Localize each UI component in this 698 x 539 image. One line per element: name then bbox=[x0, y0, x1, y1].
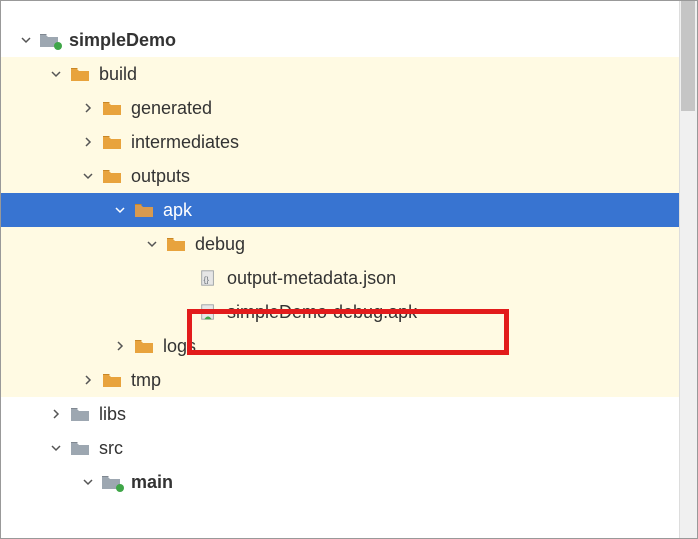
folder-icon bbox=[69, 63, 91, 85]
tree-row[interactable] bbox=[1, 5, 697, 23]
tree-row-main[interactable]: main bbox=[1, 465, 697, 499]
tree-label: intermediates bbox=[131, 132, 239, 153]
chevron-down-icon[interactable] bbox=[79, 167, 97, 185]
tree-row-apk-selected[interactable]: apk bbox=[1, 193, 697, 227]
folder-icon bbox=[101, 369, 123, 391]
tree-label: output-metadata.json bbox=[227, 268, 396, 289]
tree-row-outputs[interactable]: outputs bbox=[1, 159, 697, 193]
folder-icon bbox=[133, 335, 155, 357]
project-tree: simpleDemo build generated intermediates bbox=[1, 1, 697, 503]
tree-row-apk-file[interactable]: simpleDemo-debug.apk bbox=[1, 295, 697, 329]
tree-label: logs bbox=[163, 336, 196, 357]
folder-icon bbox=[101, 165, 123, 187]
tree-label: apk bbox=[163, 200, 192, 221]
tree-row-intermediates[interactable]: intermediates bbox=[1, 125, 697, 159]
tree-label: simpleDemo bbox=[69, 30, 176, 51]
chevron-down-icon[interactable] bbox=[47, 65, 65, 83]
chevron-down-icon[interactable] bbox=[17, 31, 35, 49]
chevron-right-icon[interactable] bbox=[79, 371, 97, 389]
svg-text:{}: {} bbox=[204, 276, 210, 285]
folder-icon bbox=[69, 437, 91, 459]
module-folder-icon bbox=[101, 471, 123, 493]
tree-row-libs[interactable]: libs bbox=[1, 397, 697, 431]
chevron-right-icon[interactable] bbox=[47, 405, 65, 423]
tree-row-logs[interactable]: logs bbox=[1, 329, 697, 363]
chevron-down-icon[interactable] bbox=[79, 473, 97, 491]
tree-row-tmp[interactable]: tmp bbox=[1, 363, 697, 397]
chevron-right-icon[interactable] bbox=[79, 99, 97, 117]
tree-row-build[interactable]: build bbox=[1, 57, 697, 91]
chevron-right-icon[interactable] bbox=[79, 133, 97, 151]
module-folder-icon bbox=[39, 29, 61, 51]
tree-row-debug[interactable]: debug bbox=[1, 227, 697, 261]
tree-row-src[interactable]: src bbox=[1, 431, 697, 465]
tree-label: build bbox=[99, 64, 137, 85]
tree-label: generated bbox=[131, 98, 212, 119]
tree-label: debug bbox=[195, 234, 245, 255]
folder-icon bbox=[133, 199, 155, 221]
folder-icon bbox=[101, 97, 123, 119]
tree-label: main bbox=[131, 472, 173, 493]
folder-icon bbox=[165, 233, 187, 255]
json-file-icon: {} bbox=[197, 267, 219, 289]
module-dot-icon bbox=[54, 42, 62, 50]
tree-row-generated[interactable]: generated bbox=[1, 91, 697, 125]
chevron-right-icon[interactable] bbox=[111, 337, 129, 355]
tree-label: simpleDemo-debug.apk bbox=[227, 302, 417, 323]
tree-row-simpledemo[interactable]: simpleDemo bbox=[1, 23, 697, 57]
folder-icon bbox=[69, 403, 91, 425]
scrollbar-track[interactable] bbox=[679, 1, 697, 538]
scrollbar-thumb[interactable] bbox=[681, 1, 695, 111]
chevron-down-icon[interactable] bbox=[47, 439, 65, 457]
chevron-down-icon[interactable] bbox=[111, 201, 129, 219]
tree-label: src bbox=[99, 438, 123, 459]
tree-label: outputs bbox=[131, 166, 190, 187]
tree-label: tmp bbox=[131, 370, 161, 391]
tree-label: libs bbox=[99, 404, 126, 425]
tree-row-output-metadata[interactable]: {} output-metadata.json bbox=[1, 261, 697, 295]
module-dot-icon bbox=[116, 484, 124, 492]
chevron-down-icon[interactable] bbox=[143, 235, 161, 253]
apk-file-icon bbox=[197, 301, 219, 323]
folder-icon bbox=[101, 131, 123, 153]
